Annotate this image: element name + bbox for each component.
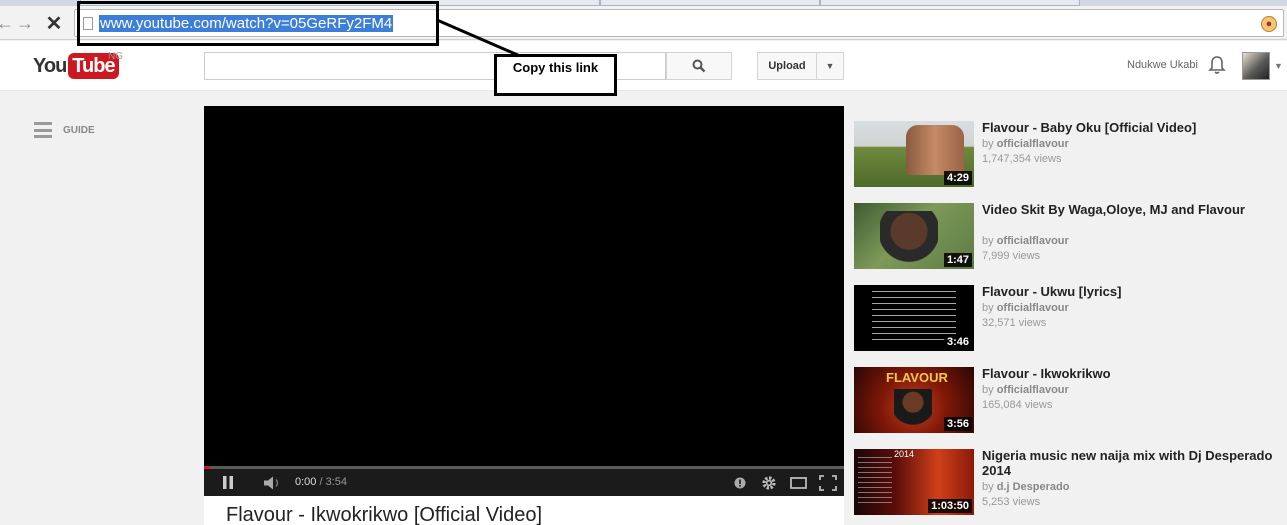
search-button[interactable] xyxy=(666,52,732,80)
annotation-highlight-box xyxy=(77,1,439,46)
volume-icon xyxy=(264,476,279,489)
upload-button[interactable]: Upload xyxy=(757,52,817,80)
related-video-title[interactable]: Nigeria music new naija mix with Dj Desp… xyxy=(982,448,1282,478)
related-video-item[interactable]: 1:47 Video Skit By Waga,Oloye, MJ and Fl… xyxy=(854,202,1284,272)
related-video-views: 165,084 views xyxy=(982,399,1053,411)
related-video-channel[interactable]: by officialflavour xyxy=(982,235,1069,247)
hamburger-icon xyxy=(34,122,52,138)
video-title: Flavour - Ikwokrikwo [Official Video] xyxy=(226,504,543,525)
related-video-channel[interactable]: by officialflavour xyxy=(982,138,1069,150)
fullscreen-icon xyxy=(819,474,837,491)
time-separator: / xyxy=(316,476,326,488)
theater-mode-icon xyxy=(789,476,807,489)
user-name[interactable]: Ndukwe Ukabi xyxy=(1127,59,1198,71)
thumbnail-logo-text: FLAVOUR xyxy=(886,370,948,385)
video-duration: 3:46 xyxy=(943,335,972,349)
video-thumbnail[interactable]: 4:29 xyxy=(854,121,974,187)
related-video-item[interactable]: 2014 1:03:50 Nigeria music new naija mix… xyxy=(854,448,1284,518)
guide-button[interactable]: GUIDE xyxy=(34,122,95,138)
logo-you: You xyxy=(33,54,67,77)
avatar[interactable] xyxy=(1242,52,1270,80)
video-thumbnail[interactable]: 2014 1:03:50 xyxy=(854,449,974,515)
related-video-views: 1,747,354 views xyxy=(982,153,1062,165)
time-display: 0:00 / 3:54 xyxy=(295,469,347,496)
video-thumbnail[interactable]: 3:46 xyxy=(854,285,974,351)
channel-name[interactable]: officialflavour xyxy=(997,235,1069,247)
video-duration: 1:03:50 xyxy=(928,499,972,513)
back-button[interactable]: ← xyxy=(0,12,14,34)
channel-name[interactable]: d.j Desperado xyxy=(997,481,1070,493)
related-video-views: 5,253 views xyxy=(982,496,1041,508)
search-icon xyxy=(692,59,706,73)
upload-menu-button[interactable]: ▼ xyxy=(816,52,844,80)
video-duration: 3:56 xyxy=(943,417,972,431)
annotation-label: Copy this link xyxy=(494,54,617,96)
video-title-card: Flavour - Ikwokrikwo [Official Video] xyxy=(204,496,844,525)
related-video-item[interactable]: FLAVOUR 3:56 Flavour - Ikwokrikwo by off… xyxy=(854,366,1284,436)
region-code: NG xyxy=(108,51,123,62)
notifications-button[interactable] xyxy=(1208,55,1226,80)
by-prefix: by xyxy=(982,235,997,247)
thumbnail-year-text: 2014 xyxy=(894,449,915,459)
fullscreen-button[interactable] xyxy=(818,469,838,496)
stop-button[interactable]: ✕ xyxy=(42,12,66,35)
youtube-logo[interactable]: You Tube xyxy=(33,53,119,79)
video-thumbnail[interactable]: FLAVOUR 3:56 xyxy=(854,367,974,433)
channel-name[interactable]: officialflavour xyxy=(997,302,1069,314)
by-prefix: by xyxy=(982,138,997,150)
extension-icon[interactable]: ● xyxy=(1261,16,1277,32)
video-duration: 1:47 xyxy=(943,253,972,267)
stop-loading-icon: ✕ xyxy=(45,12,63,35)
player-controls: 0:00 / 3:54 xyxy=(204,469,844,496)
by-prefix: by xyxy=(982,302,997,314)
info-icon xyxy=(734,477,746,488)
related-video-item[interactable]: 3:46 Flavour - Ukwu [lyrics] by official… xyxy=(854,284,1284,354)
back-arrow-icon: ← xyxy=(0,12,14,33)
related-video-channel[interactable]: by d.j Desperado xyxy=(982,481,1069,493)
theater-mode-button[interactable] xyxy=(789,469,807,496)
channel-name[interactable]: officialflavour xyxy=(997,138,1069,150)
current-time: 0:00 xyxy=(295,476,317,488)
youtube-masthead: You Tube NG Upload ▼ Ndukwe Ukabi ▼ xyxy=(0,41,1287,91)
by-prefix: by xyxy=(982,481,997,493)
video-player[interactable]: 0:00 / 3:54 xyxy=(204,106,844,496)
guide-label: GUIDE xyxy=(63,124,95,136)
pause-icon xyxy=(223,476,233,489)
watch-page-content: GUIDE 0:00 / 3:54 Flavour - Ikwokrikwo [… xyxy=(0,91,1287,525)
forward-button[interactable]: → xyxy=(14,12,36,34)
avatar-caret-icon[interactable]: ▼ xyxy=(1274,61,1283,71)
by-prefix: by xyxy=(982,384,997,396)
channel-name[interactable]: officialflavour xyxy=(997,384,1069,396)
bell-icon xyxy=(1208,56,1226,74)
related-video-views: 7,999 views xyxy=(982,250,1041,262)
annotations-button[interactable] xyxy=(732,469,748,496)
video-thumbnail[interactable]: 1:47 xyxy=(854,203,974,269)
related-video-item[interactable]: 4:29 Flavour - Baby Oku [Official Video]… xyxy=(854,120,1284,190)
related-video-title[interactable]: Flavour - Baby Oku [Official Video] xyxy=(982,120,1282,135)
related-video-channel[interactable]: by officialflavour xyxy=(982,302,1069,314)
settings-button[interactable] xyxy=(760,469,778,496)
volume-button[interactable] xyxy=(261,469,285,496)
related-video-title[interactable]: Flavour - Ukwu [lyrics] xyxy=(982,284,1282,299)
related-video-title[interactable]: Video Skit By Waga,Oloye, MJ and Flavour xyxy=(982,202,1282,217)
duration: 3:54 xyxy=(325,476,348,488)
related-video-channel[interactable]: by officialflavour xyxy=(982,384,1069,396)
pause-button[interactable] xyxy=(218,469,238,496)
related-video-title[interactable]: Flavour - Ikwokrikwo xyxy=(982,366,1282,381)
caret-down-icon: ▼ xyxy=(825,61,835,71)
related-video-views: 32,571 views xyxy=(982,317,1047,329)
forward-arrow-icon: → xyxy=(16,12,34,33)
video-duration: 4:29 xyxy=(943,171,972,185)
gear-icon xyxy=(762,475,776,490)
